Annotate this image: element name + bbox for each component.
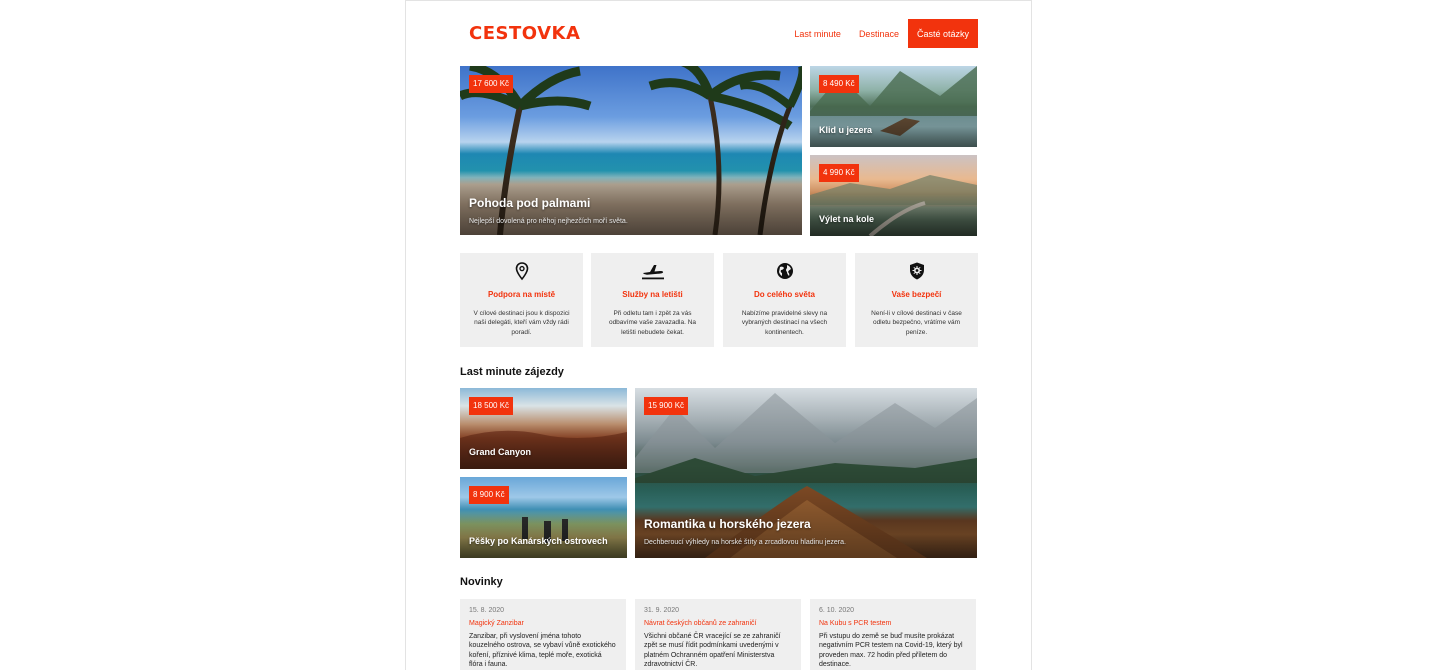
tile-title: Romantika u horského jezera xyxy=(644,517,811,531)
hero-tile-main[interactable]: 17 600 Kč Pohoda pod palmami Nejlepší do… xyxy=(460,66,802,235)
hero-tile-bike[interactable]: 4 990 Kč Výlet na kole xyxy=(810,155,977,236)
lastminute-tile-canary[interactable]: 8 900 Kč Pěšky po Kanárských ostrovech xyxy=(460,477,627,558)
logo[interactable]: CESTOVKA xyxy=(469,23,580,44)
feature-text: Nabízíme pravidelné slevy na vybraných d… xyxy=(741,310,828,336)
nav-faq-button[interactable]: Časté otázky xyxy=(907,19,978,48)
price-badge: 8 900 Kč xyxy=(469,486,509,504)
news-card: 6. 10. 2020 Na Kubu s PCR testem Při vst… xyxy=(810,599,976,670)
feature-card-support: Podpora na místě V cílové destinaci jsou… xyxy=(460,253,583,347)
hero-tile-lake[interactable]: 8 490 Kč Klid u jezera xyxy=(810,66,977,147)
feature-title: Vaše bezpečí xyxy=(891,290,942,299)
tile-title: Grand Canyon xyxy=(469,447,532,457)
tile-title: Pěšky po Kanárských ostrovech xyxy=(469,536,608,546)
section-heading-news: Novinky xyxy=(460,576,503,588)
lastminute-tile-canyon[interactable]: 18 500 Kč Grand Canyon xyxy=(460,388,627,469)
feature-card-safety: Vaše bezpečí Není-li v cílové destinaci … xyxy=(855,253,978,347)
news-date: 15. 8. 2020 xyxy=(469,607,505,614)
news-text: Při vstupu do země se buď musíte prokáza… xyxy=(819,633,963,669)
lastminute-tile-lake[interactable]: 15 900 Kč Romantika u horského jezera De… xyxy=(635,388,977,558)
globe-icon xyxy=(776,263,793,279)
shield-virus-icon xyxy=(909,262,924,280)
page: CESTOVKA Last minute Destinace Časté otá… xyxy=(405,0,1032,670)
header: CESTOVKA Last minute Destinace Časté otá… xyxy=(469,19,978,49)
news-title-link[interactable]: Magický Zanzibar xyxy=(469,620,617,627)
main-nav: Last minute Destinace Časté otázky xyxy=(776,19,978,48)
news-card: 15. 8. 2020 Magický Zanzibar Zanzibar, p… xyxy=(460,599,626,670)
price-badge: 8 490 Kč xyxy=(819,75,859,93)
nav-destinations[interactable]: Destinace xyxy=(859,29,899,39)
news-title-link[interactable]: Návrat českých občanů ze zahraničí xyxy=(644,620,792,627)
feature-title: Služby na letišti xyxy=(622,290,683,299)
feature-card-airport: Služby na letišti Při odletu tam i zpět … xyxy=(591,253,714,347)
news-date: 31. 9. 2020 xyxy=(644,607,680,614)
feature-title: Podpora na místě xyxy=(487,290,556,299)
feature-card-world: Do celého světa Nabízíme pravidelné slev… xyxy=(723,253,846,347)
news-title-link[interactable]: Na Kubu s PCR testem xyxy=(819,620,967,627)
location-pin-icon xyxy=(515,262,528,281)
feature-text: Není-li v cílové destinaci v čase odletu… xyxy=(871,310,962,336)
price-badge: 18 500 Kč xyxy=(469,397,514,415)
news-text: Všichni občané ČR vracející se ze zahran… xyxy=(644,633,781,669)
airplane-icon xyxy=(641,265,664,280)
price-badge: 15 900 Kč xyxy=(644,397,689,415)
feature-text: V cílové destinaci jsou k dispozici naši… xyxy=(473,310,570,336)
tile-subtitle: Dechberoucí výhledy na horské štíty a zr… xyxy=(644,539,846,546)
nav-last-minute[interactable]: Last minute xyxy=(794,29,841,39)
feature-title: Do celého světa xyxy=(754,290,815,299)
price-badge: 4 990 Kč xyxy=(819,164,859,182)
tile-title: Klid u jezera xyxy=(819,125,873,135)
feature-text: Při odletu tam i zpět za vás odbavíme va… xyxy=(608,310,697,336)
tile-title: Výlet na kole xyxy=(819,214,875,224)
price-badge: 17 600 Kč xyxy=(469,75,514,93)
news-date: 6. 10. 2020 xyxy=(819,607,855,614)
section-heading-last-minute: Last minute zájezdy xyxy=(460,366,564,378)
tile-subtitle: Nejlepší dovolená pro něhoj nejhezčích m… xyxy=(469,218,628,225)
news-text: Zanzibar, při vyslovení jména tohoto kou… xyxy=(469,633,616,669)
tile-title: Pohoda pod palmami xyxy=(469,196,591,210)
news-card: 31. 9. 2020 Návrat českých občanů ze zah… xyxy=(635,599,801,670)
